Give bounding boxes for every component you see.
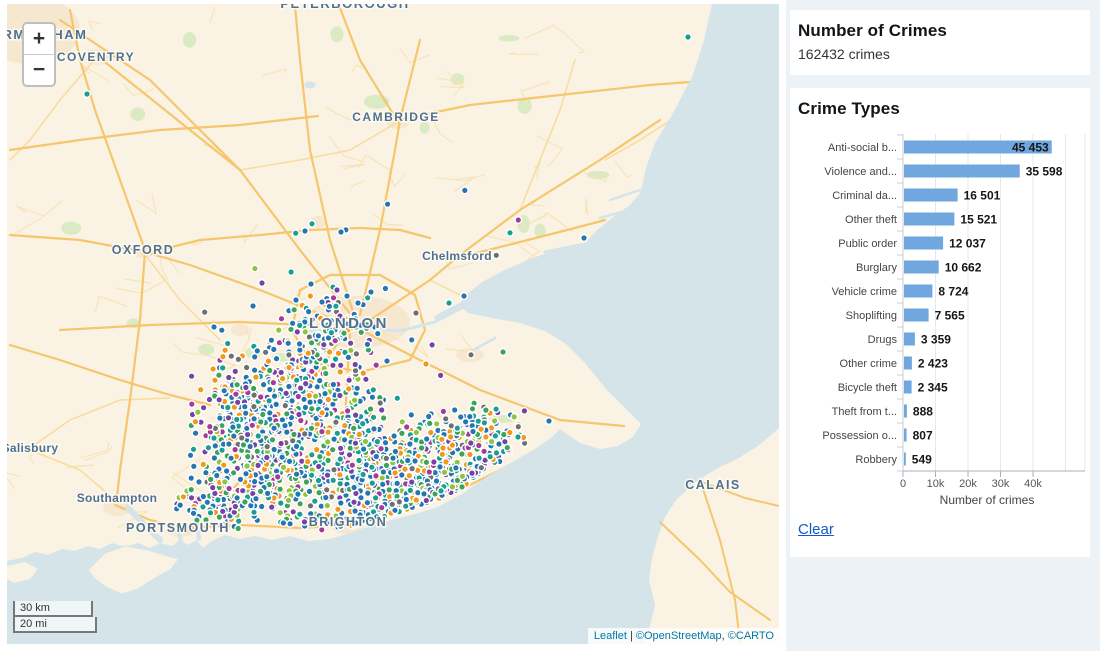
- map[interactable]: BIRMINGHAMPETERBOROUGHCOVENTRYCAMBRIDGEO…: [7, 4, 779, 644]
- city-label: Chelmsford: [422, 249, 492, 263]
- bar[interactable]: [904, 189, 958, 202]
- bar-value-label: 888: [913, 405, 933, 419]
- bar-value-label: 3 359: [921, 333, 951, 347]
- bar[interactable]: [904, 333, 915, 346]
- bar-row[interactable]: Vehicle crime 8 724: [832, 285, 969, 299]
- openstreetmap-link[interactable]: ©OpenStreetMap: [636, 630, 722, 642]
- bar-row[interactable]: Theft from t... 888: [832, 405, 934, 419]
- zoom-in-button[interactable]: +: [24, 24, 54, 54]
- city-label: BRIGHTON: [309, 515, 387, 529]
- scale-mi-label: 20 mi: [13, 617, 97, 633]
- bar-row[interactable]: Shoplifting 7 565: [846, 309, 965, 323]
- bar-row[interactable]: Burglary 10 662: [856, 261, 982, 275]
- map-card: BIRMINGHAMPETERBOROUGHCOVENTRYCAMBRIDGEO…: [0, 0, 786, 651]
- basemap-canvas: BIRMINGHAMPETERBOROUGHCOVENTRYCAMBRIDGEO…: [7, 4, 779, 644]
- bar[interactable]: [904, 309, 929, 322]
- bar-value-label: 807: [913, 429, 933, 443]
- bar-value-label: 2 345: [918, 381, 948, 395]
- bar-value-label: 16 501: [964, 189, 1001, 203]
- bar-category-label: Vehicle crime: [832, 286, 897, 298]
- bar[interactable]: [904, 213, 954, 226]
- bar[interactable]: [904, 165, 1020, 178]
- x-tick-label: 40k: [1024, 478, 1042, 490]
- bar[interactable]: [904, 237, 943, 250]
- bar-category-label: Criminal da...: [832, 190, 897, 202]
- attribution-separator: |: [627, 630, 636, 642]
- city-label: Salisbury: [7, 441, 58, 455]
- bar-row[interactable]: Violence and... 35 598: [824, 165, 1062, 179]
- crime-types-panel: Crime Types 010k20k30k40kNumber of crime…: [790, 88, 1090, 557]
- bar-row[interactable]: Other theft 15 521: [845, 213, 997, 227]
- bar-row[interactable]: Public order 12 037: [838, 237, 986, 251]
- bar-value-label: 549: [912, 453, 932, 467]
- crimes-count-value: 162432 crimes: [798, 46, 1090, 62]
- map-attribution: Leaflet | ©OpenStreetMap, ©CARTO: [588, 628, 779, 644]
- bar-row[interactable]: Drugs 3 359: [868, 333, 952, 347]
- city-label: PETERBOROUGH: [280, 4, 409, 11]
- carto-link[interactable]: ©CARTO: [728, 630, 774, 642]
- bar-category-label: Possession o...: [822, 430, 897, 442]
- bar-row[interactable]: Criminal da... 16 501: [832, 189, 1000, 203]
- clear-filter-link[interactable]: Clear: [798, 521, 834, 538]
- bar-category-label: Anti-social b...: [828, 142, 897, 154]
- bar-category-label: Other crime: [840, 358, 897, 370]
- bar-value-label: 7 565: [935, 309, 965, 323]
- bar-row[interactable]: Bicycle theft 2 345: [838, 381, 948, 395]
- bar-category-label: Public order: [838, 238, 897, 250]
- bar-value-label: 35 598: [1026, 165, 1063, 179]
- bar-category-label: Other theft: [845, 214, 897, 226]
- map-scale-control: 30 km 20 mi: [13, 601, 97, 633]
- bar-category-label: Theft from t...: [832, 406, 897, 418]
- bar-row[interactable]: Other crime 2 423: [840, 357, 949, 371]
- bar-value-label: 8 724: [938, 285, 968, 299]
- bar-value-label: 10 662: [945, 261, 982, 275]
- x-tick-label: 0: [900, 478, 906, 490]
- bar-category-label: Robbery: [855, 454, 897, 466]
- x-tick-label: 10k: [927, 478, 945, 490]
- city-label: CAMBRIDGE: [352, 110, 440, 124]
- bar-value-label: 15 521: [960, 213, 997, 227]
- bar-category-label: Bicycle theft: [838, 382, 897, 394]
- city-label: Southampton: [77, 491, 158, 505]
- x-axis-label: Number of crimes: [940, 493, 1035, 507]
- bar-category-label: Violence and...: [824, 166, 897, 178]
- bar[interactable]: [904, 261, 939, 274]
- city-label: OXFORD: [112, 243, 174, 257]
- leaflet-link[interactable]: Leaflet: [594, 630, 627, 642]
- x-tick-label: 20k: [959, 478, 977, 490]
- map-zoom-control: + −: [22, 22, 56, 87]
- city-label: COVENTRY: [57, 50, 135, 64]
- bar-row[interactable]: Anti-social b... 45 453: [828, 141, 1052, 155]
- city-label: CALAIS: [685, 478, 741, 492]
- bar[interactable]: [904, 357, 912, 370]
- crime-types-chart: 0 10k 20k 30k 40k Number of crimes Anti-social…: [790, 88, 1090, 557]
- number-of-crimes-title: Number of Crimes: [790, 10, 1090, 41]
- bar[interactable]: [904, 405, 907, 418]
- bar[interactable]: [904, 453, 906, 466]
- bar-category-label: Drugs: [868, 334, 898, 346]
- city-label: PORTSMOUTH: [126, 521, 230, 535]
- bar-category-label: Shoplifting: [846, 310, 897, 322]
- number-of-crimes-panel: Number of Crimes 162432 crimes: [790, 10, 1090, 75]
- x-tick-label: 30k: [992, 478, 1010, 490]
- chart-gridlines: [903, 134, 1085, 471]
- bar-value-label: 12 037: [949, 237, 986, 251]
- bar-value-label: 2 423: [918, 357, 948, 371]
- bar-category-label: Burglary: [856, 262, 897, 274]
- bar-value-label: 45 453: [1012, 141, 1049, 155]
- bar-row[interactable]: Possession o... 807: [822, 429, 933, 443]
- bar[interactable]: [904, 381, 912, 394]
- bar[interactable]: [904, 429, 907, 442]
- zoom-out-button[interactable]: −: [24, 54, 54, 85]
- scale-km-label: 30 km: [13, 601, 93, 617]
- bar-row[interactable]: Robbery 549: [855, 453, 932, 467]
- city-label: LONDON: [309, 315, 389, 332]
- bar[interactable]: [904, 285, 932, 298]
